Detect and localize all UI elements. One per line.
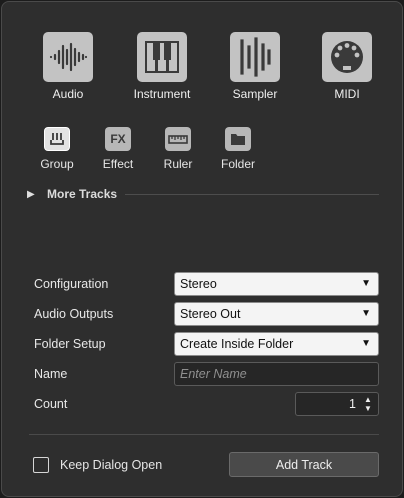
audio-outputs-value: Stereo Out: [180, 307, 241, 321]
more-tracks-label: More Tracks: [47, 187, 118, 201]
midi-connector-icon: [322, 32, 372, 82]
keep-dialog-open-label: Keep Dialog Open: [60, 458, 163, 472]
configuration-select[interactable]: Stereo ▼: [174, 272, 379, 296]
audio-track-label: Audio: [52, 87, 84, 101]
group-channel-icon: [44, 127, 70, 151]
midi-track-label: MIDI: [334, 87, 360, 101]
ruler-track-label: Ruler: [163, 157, 193, 171]
waveform-icon: [43, 32, 93, 82]
keep-dialog-open-checkbox[interactable]: [33, 457, 49, 473]
folder-icon: [225, 127, 251, 151]
add-track-dialog: Audio Instrument Sampler MIDI Group FX E…: [1, 1, 403, 497]
name-input[interactable]: [174, 362, 379, 386]
instrument-track-label: Instrument: [133, 87, 191, 101]
secondary-track-type-row: Group FX Effect Ruler Folder: [2, 127, 402, 175]
decrement-arrow-icon[interactable]: ▼: [364, 404, 372, 413]
folder-track-label: Folder: [220, 157, 255, 171]
ruler-icon: [165, 127, 191, 151]
sampler-track-label: Sampler: [232, 87, 278, 101]
audio-track-button[interactable]: Audio: [22, 32, 114, 101]
sampler-track-button[interactable]: Sampler: [209, 32, 301, 101]
effect-track-button[interactable]: FX Effect: [88, 127, 148, 171]
folder-track-button[interactable]: Folder: [208, 127, 268, 171]
stepper-arrows[interactable]: ▲ ▼: [362, 395, 374, 413]
sampler-icon: [230, 32, 280, 82]
name-row: Name: [34, 362, 379, 386]
dropdown-arrow-icon: ▼: [361, 338, 371, 349]
dropdown-arrow-icon: ▼: [361, 308, 371, 319]
track-type-row: Audio Instrument Sampler MIDI: [2, 32, 402, 102]
midi-track-button[interactable]: MIDI: [301, 32, 393, 101]
folder-setup-value: Create Inside Folder: [180, 337, 294, 351]
name-label: Name: [34, 367, 68, 381]
group-track-button[interactable]: Group: [27, 127, 87, 171]
keep-dialog-open-option[interactable]: Keep Dialog Open: [33, 456, 162, 474]
section-divider: [125, 193, 379, 195]
more-tracks-toggle[interactable]: ▶ More Tracks: [27, 186, 379, 202]
ruler-track-button[interactable]: Ruler: [148, 127, 208, 171]
audio-outputs-select[interactable]: Stereo Out ▼: [174, 302, 379, 326]
add-track-button[interactable]: Add Track: [229, 452, 379, 477]
folder-setup-select[interactable]: Create Inside Folder ▼: [174, 332, 379, 356]
keyboard-icon: [137, 32, 187, 82]
expand-arrow-icon: ▶: [27, 188, 35, 200]
instrument-track-button[interactable]: Instrument: [116, 32, 208, 101]
count-row: Count 1 ▲ ▼: [34, 392, 379, 416]
count-label: Count: [34, 397, 68, 411]
audio-outputs-row: Audio Outputs Stereo Out ▼: [34, 302, 379, 326]
increment-arrow-icon[interactable]: ▲: [364, 395, 372, 404]
count-stepper[interactable]: 1 ▲ ▼: [295, 392, 379, 416]
effect-track-label: Effect: [102, 157, 134, 171]
count-value: 1: [349, 397, 356, 411]
dropdown-arrow-icon: ▼: [361, 278, 371, 289]
configuration-label: Configuration: [34, 277, 109, 291]
folder-setup-label: Folder Setup: [34, 337, 106, 351]
footer-divider: [29, 434, 379, 435]
folder-setup-row: Folder Setup Create Inside Folder ▼: [34, 332, 379, 356]
configuration-row: Configuration Stereo ▼: [34, 272, 379, 296]
audio-outputs-label: Audio Outputs: [34, 307, 114, 321]
configuration-value: Stereo: [180, 277, 217, 291]
fx-icon: FX: [105, 127, 131, 151]
group-track-label: Group: [40, 157, 74, 171]
